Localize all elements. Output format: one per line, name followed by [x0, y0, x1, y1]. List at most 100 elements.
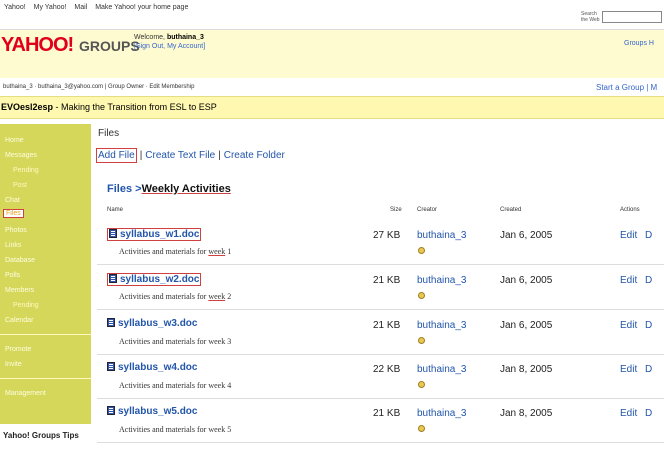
delete-link[interactable]: D — [645, 275, 652, 286]
edit-link[interactable]: Edit — [620, 320, 637, 331]
file-link[interactable]: syllabus_w4.doc — [107, 362, 197, 373]
table-row: syllabus_w1.doc Activities and materials… — [97, 221, 664, 265]
creator-link[interactable]: buthaina_3 — [417, 275, 467, 286]
sidebar-item-invite[interactable]: Invite — [5, 361, 22, 368]
sidebar-item-chat[interactable]: Chat — [5, 197, 20, 204]
sidebar-item-promote[interactable]: Promote — [5, 346, 31, 353]
mail-link[interactable]: Mail — [74, 4, 87, 11]
delete-link[interactable]: D — [645, 230, 652, 241]
sidebar-item-post[interactable]: Post — [13, 182, 27, 189]
file-actions: Add File | Create Text File | Create Folder — [96, 148, 285, 163]
word-doc-icon — [107, 406, 115, 415]
file-size: 21 KB — [373, 408, 401, 419]
file-size: 21 KB — [373, 320, 401, 331]
make-home-link[interactable]: Make Yahoo! your home page — [95, 4, 188, 11]
sidebar-item-files[interactable]: Files — [3, 209, 24, 218]
creator-link[interactable]: buthaina_3 — [417, 408, 467, 419]
description-text: Activities and materials for — [119, 381, 209, 390]
created-date: Jan 6, 2005 — [500, 320, 553, 331]
account-links[interactable]: [Sign Out, My Account] — [134, 43, 205, 50]
group-title: EVOesl2esp - Making the Transition from … — [1, 102, 217, 112]
description-week-number: 1 — [227, 247, 232, 256]
file-name: syllabus_w5.doc — [118, 406, 198, 417]
group-bar: EVOesl2esp - Making the Transition from … — [0, 96, 664, 119]
add-file-link[interactable]: Add File — [96, 148, 137, 163]
breadcrumb-files[interactable]: Files — [107, 183, 132, 195]
yahoo-link[interactable]: Yahoo! — [4, 4, 26, 11]
create-folder-link[interactable]: Create Folder — [224, 150, 285, 161]
creator-link[interactable]: buthaina_3 — [417, 230, 467, 241]
file-size: 27 KB — [373, 230, 401, 241]
sidebar-item-links[interactable]: Links — [5, 242, 21, 249]
smiley-icon — [418, 337, 425, 344]
sidebar-divider — [0, 334, 91, 335]
file-name: syllabus_w2.doc — [120, 274, 200, 285]
table-row: syllabus_w4.doc Activities and materials… — [97, 355, 664, 399]
create-text-file-link[interactable]: Create Text File — [145, 150, 215, 161]
sidebar-item-management[interactable]: Management — [5, 390, 46, 397]
top-links: Yahoo! My Yahoo! Mail Make Yahoo! your h… — [4, 4, 194, 11]
edit-link[interactable]: Edit — [620, 275, 637, 286]
creator-link[interactable]: buthaina_3 — [417, 364, 467, 375]
groups-logo[interactable]: GROUPS — [79, 38, 140, 54]
sidebar-item-members[interactable]: Members — [5, 287, 34, 294]
sidebar-item-polls[interactable]: Polls — [5, 272, 20, 279]
delete-link[interactable]: D — [645, 408, 652, 419]
column-header-creator: Creator — [417, 207, 438, 213]
smiley-icon — [418, 425, 425, 432]
file-description: Activities and materials for week 4 — [119, 381, 231, 390]
file-link[interactable]: syllabus_w5.doc — [107, 406, 197, 417]
groups-tips: Yahoo! Groups Tips — [0, 424, 91, 473]
column-header-created: Created — [500, 207, 522, 213]
username: buthaina_3 — [166, 34, 204, 41]
separator: | — [139, 150, 143, 161]
edit-link[interactable]: Edit — [620, 230, 637, 241]
file-link[interactable]: syllabus_w3.doc — [107, 318, 197, 329]
sidebar-item-pending-members[interactable]: Pending — [13, 302, 39, 309]
table-row: syllabus_w2.doc Activities and materials… — [97, 266, 664, 310]
column-header-size: Size — [390, 207, 402, 213]
table-row: syllabus_w5.doc Activities and materials… — [97, 399, 664, 443]
breadcrumb: Files >Weekly Activities — [107, 183, 231, 195]
top-bar: Yahoo! My Yahoo! Mail Make Yahoo! your h… — [0, 0, 664, 30]
word-doc-icon — [107, 362, 115, 371]
groups-tips-title[interactable]: Yahoo! Groups Tips — [3, 431, 79, 440]
yahoo-logo[interactable]: YAHOO! — [1, 34, 74, 57]
created-date: Jan 8, 2005 — [500, 408, 553, 419]
delete-link[interactable]: D — [645, 320, 652, 331]
file-link[interactable]: syllabus_w2.doc — [107, 273, 202, 286]
description-week-number: 3 — [227, 337, 232, 346]
smiley-icon — [418, 292, 425, 299]
word-doc-icon — [107, 318, 115, 327]
sidebar-item-messages[interactable]: Messages — [5, 152, 37, 159]
groups-home-link[interactable]: Groups H — [624, 40, 654, 47]
sidebar-item-home[interactable]: Home — [5, 137, 24, 144]
description-text: Activities and materials for — [119, 292, 209, 301]
description-week: week — [208, 292, 226, 301]
description-week-number: 5 — [227, 425, 232, 434]
welcome-prefix: Welcome, — [134, 34, 167, 41]
group-name[interactable]: EVOesl2esp — [1, 102, 53, 112]
file-link[interactable]: syllabus_w1.doc — [107, 228, 202, 241]
description-text: Activities and materials for — [119, 337, 209, 346]
word-doc-icon — [109, 274, 117, 283]
sidebar-item-pending-messages[interactable]: Pending — [13, 167, 39, 174]
welcome-box: Welcome, buthaina_3 [Sign Out, My Accoun… — [134, 33, 205, 51]
creator-link[interactable]: buthaina_3 — [417, 320, 467, 331]
sidebar-divider — [0, 378, 91, 379]
search-input[interactable] — [602, 11, 662, 23]
sidebar-item-photos[interactable]: Photos — [5, 227, 27, 234]
delete-link[interactable]: D — [645, 364, 652, 375]
file-name: syllabus_w1.doc — [120, 229, 200, 240]
file-description: Activities and materials for week 3 — [119, 337, 231, 346]
my-yahoo-link[interactable]: My Yahoo! — [34, 4, 67, 11]
sidebar-item-calendar[interactable]: Calendar — [5, 317, 33, 324]
sidebar-item-database[interactable]: Database — [5, 257, 35, 264]
file-size: 21 KB — [373, 275, 401, 286]
edit-link[interactable]: Edit — [620, 364, 637, 375]
description-week: week — [208, 247, 226, 256]
start-group-link[interactable]: Start a Group | M — [596, 83, 657, 92]
page-title: Files — [98, 128, 120, 139]
edit-link[interactable]: Edit — [620, 408, 637, 419]
description-week: week — [208, 381, 226, 390]
